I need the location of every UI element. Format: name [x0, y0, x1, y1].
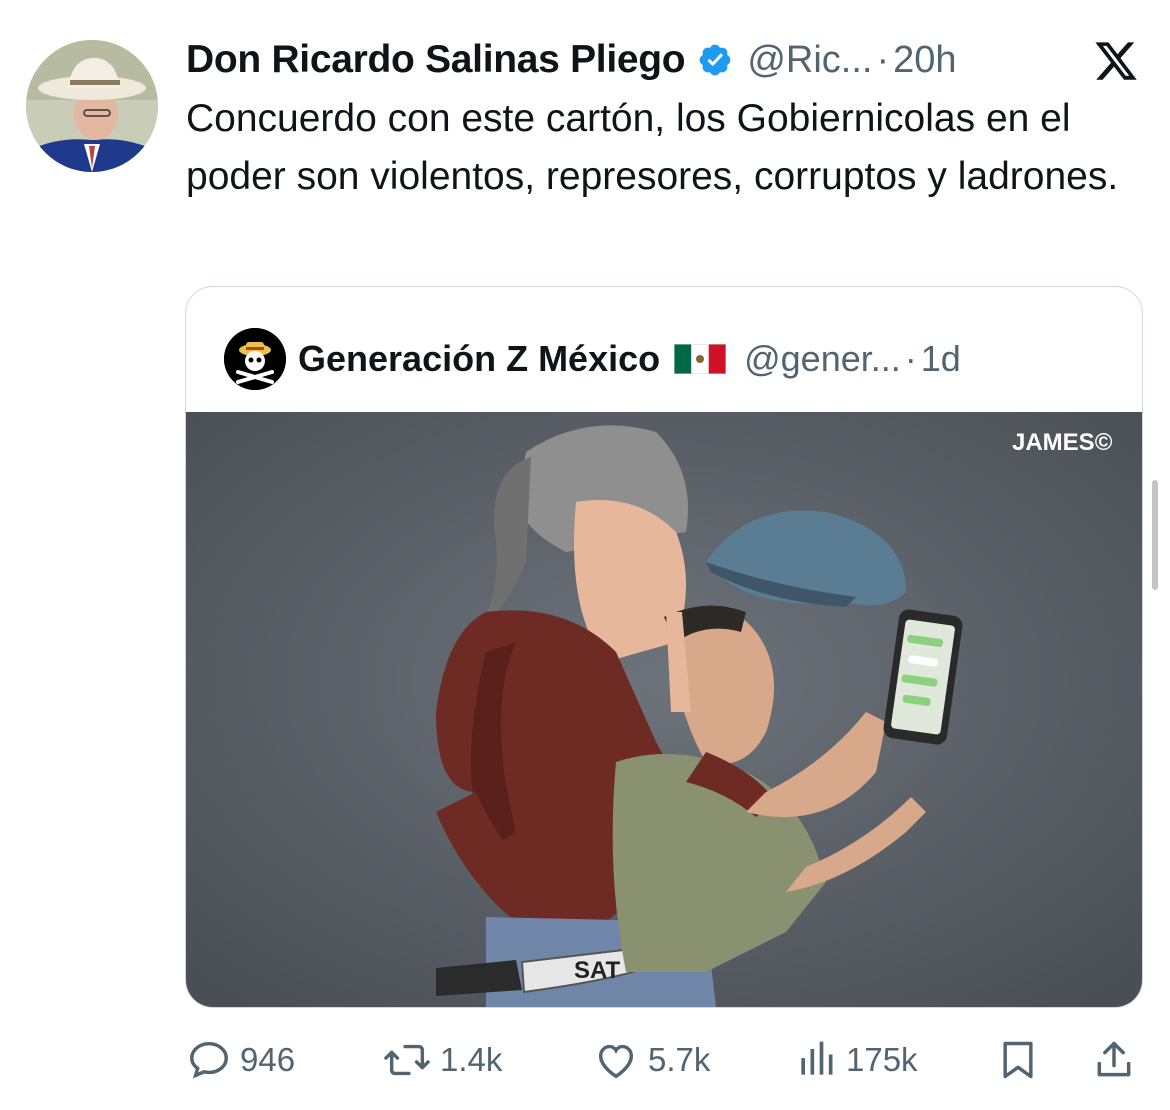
share-icon [1097, 1041, 1131, 1077]
author-name[interactable]: Don Ricardo Salinas Pliego [186, 38, 686, 82]
bookmark-icon [1003, 1041, 1033, 1079]
x-logo-icon [1095, 42, 1137, 80]
tweet-action-bar: 946 1.4k 5.7k 175k [186, 1030, 1136, 1090]
like-count: 5.7k [648, 1041, 711, 1078]
repost-count: 1.4k [440, 1041, 503, 1078]
like-button[interactable]: 5.7k [592, 1030, 710, 1090]
views-icon [801, 1041, 833, 1075]
quoted-author-avatar[interactable] [224, 328, 286, 390]
share-button[interactable] [1092, 1030, 1136, 1090]
author-handle[interactable]: @Ric... [747, 39, 872, 82]
tweet-timestamp[interactable]: 20h [893, 39, 956, 82]
cartoon-image[interactable]: JAMES© SAT [186, 412, 1142, 1007]
header-separator: · [876, 38, 890, 81]
tweet-header: Don Ricardo Salinas Pliego @Ric... · 20h [186, 30, 1140, 90]
tweet-text: Concuerdo con este cartón, los Gobiernic… [186, 97, 1119, 198]
verified-badge-icon [699, 44, 731, 76]
author-avatar[interactable] [26, 40, 158, 172]
cartoon-signature: JAMES© [1012, 429, 1113, 456]
quoted-author-name[interactable]: Generación Z México [298, 338, 660, 380]
scrollbar[interactable] [1152, 480, 1158, 590]
repost-icon [384, 1044, 430, 1076]
bookmark-button[interactable] [996, 1030, 1040, 1090]
quoted-header-separator: · [904, 338, 917, 379]
reply-icon [190, 1041, 228, 1079]
views-button[interactable]: 175k [794, 1030, 918, 1090]
mexico-flag-icon [674, 344, 727, 374]
quoted-author-handle[interactable]: @gener... [744, 338, 901, 380]
quoted-tweet-card[interactable]: Generación Z México @gener... · 1d JAMES… [185, 286, 1143, 1008]
like-icon [598, 1044, 634, 1079]
quoted-tweet-header: Generación Z México @gener... · 1d [224, 327, 1122, 391]
knife-label: SAT [574, 957, 621, 984]
reply-count: 946 [240, 1041, 296, 1078]
repost-button[interactable]: 1.4k [382, 1030, 502, 1090]
views-count: 175k [846, 1041, 918, 1078]
quoted-tweet-timestamp[interactable]: 1d [921, 338, 961, 380]
reply-button[interactable]: 946 [186, 1030, 295, 1090]
